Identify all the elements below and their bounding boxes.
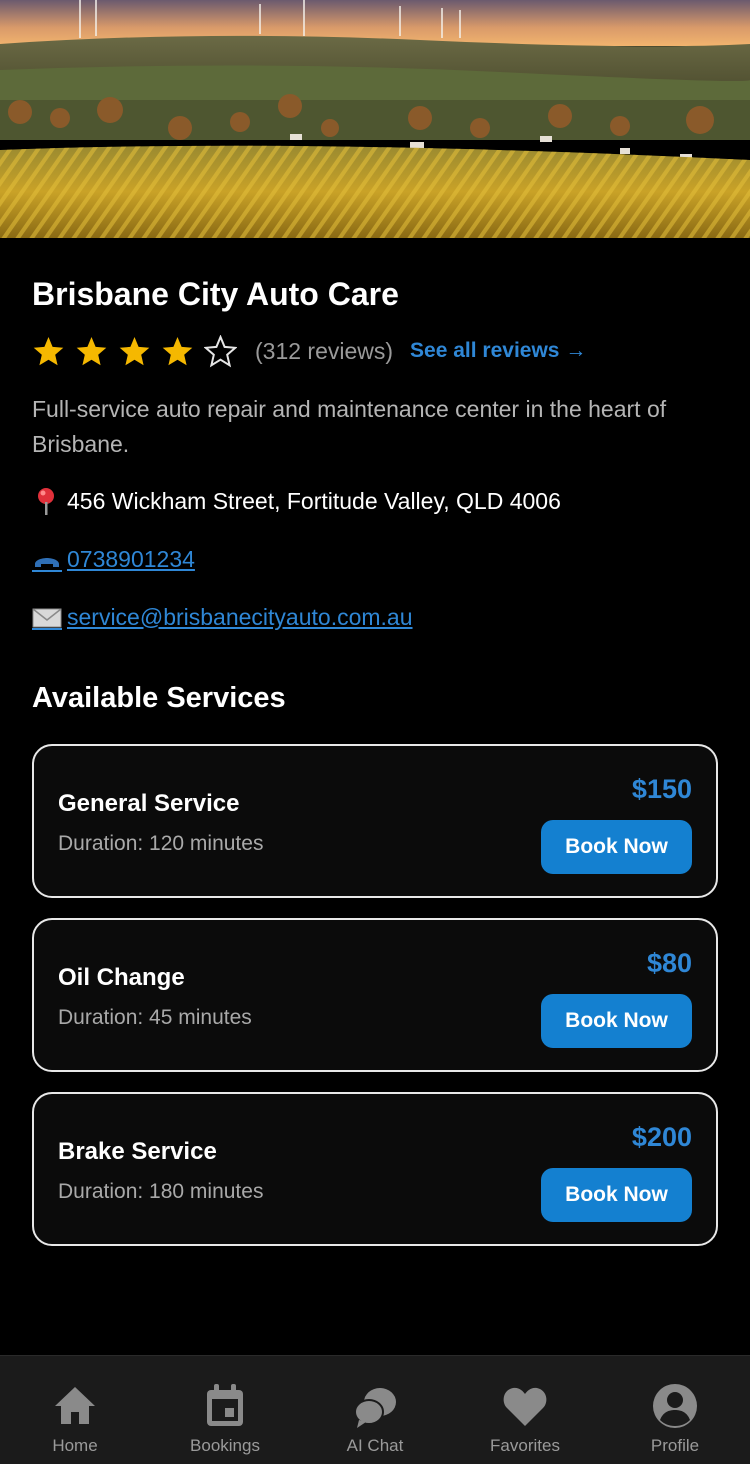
rating-row: (312 reviews) See all reviews → [32, 334, 586, 368]
review-count: (312 reviews) [255, 337, 394, 364]
see-all-reviews-link[interactable]: See all reviews → [410, 339, 586, 363]
business-address: 456 Wickham Street, Fortitude Valley, QL… [67, 487, 561, 514]
heart-icon [501, 1382, 549, 1430]
service-card: Brake Service Duration: 180 minutes $200… [32, 1092, 718, 1246]
star-filled-icon [118, 335, 151, 368]
service-price: $200 [631, 1122, 692, 1152]
star-empty-icon [204, 334, 237, 368]
tab-label: Bookings [190, 1436, 260, 1455]
phone-row[interactable]: 0738901234 [32, 544, 195, 574]
profile-icon [651, 1382, 699, 1430]
map-pin-icon [32, 486, 62, 516]
chat-icon [351, 1382, 399, 1430]
business-name: Brisbane City Auto Care [32, 276, 399, 312]
address-row: 456 Wickham Street, Fortitude Valley, QL… [32, 486, 561, 516]
business-description: Full-service auto repair and maintenance… [32, 396, 667, 457]
tab-home[interactable]: Home [0, 1356, 150, 1464]
calendar-icon [201, 1382, 249, 1430]
service-price: $80 [646, 948, 692, 978]
services-section-title: Available Services [32, 682, 286, 714]
star-filled-icon [32, 335, 65, 368]
bottom-tab-bar: Home Bookings AI Chat Favorites Profile [0, 1355, 750, 1464]
telephone-icon [32, 544, 62, 574]
service-name: Oil Change [58, 964, 185, 991]
phone-link[interactable]: 0738901234 [67, 546, 195, 573]
tab-label: Home [52, 1436, 98, 1455]
service-card: General Service Duration: 120 minutes $1… [32, 744, 718, 898]
service-card: Oil Change Duration: 45 minutes $80 Book… [32, 918, 718, 1072]
star-filled-icon [161, 335, 194, 368]
email-row[interactable]: service@brisbanecityauto.com.au [32, 602, 413, 632]
tab-label: Profile [650, 1436, 700, 1455]
tab-favorites[interactable]: Favorites [450, 1356, 600, 1464]
service-duration: Duration: 120 minutes [58, 832, 264, 855]
service-duration: Duration: 180 minutes [58, 1180, 264, 1203]
book-now-button[interactable]: Book Now [541, 820, 692, 874]
star-rating [32, 334, 247, 368]
tab-profile[interactable]: Profile [600, 1356, 750, 1464]
service-duration: Duration: 45 minutes [58, 1006, 252, 1029]
tab-ai-chat[interactable]: AI Chat [300, 1356, 450, 1464]
envelope-icon [32, 602, 62, 632]
service-name: General Service [58, 790, 240, 817]
service-price: $150 [631, 774, 692, 804]
tab-bookings[interactable]: Bookings [150, 1356, 300, 1464]
tab-label: AI Chat [346, 1436, 404, 1455]
tab-label: Favorites [490, 1436, 560, 1455]
star-filled-icon [75, 335, 108, 368]
book-now-button[interactable]: Book Now [541, 994, 692, 1048]
email-link[interactable]: service@brisbanecityauto.com.au [67, 604, 413, 631]
book-now-button[interactable]: Book Now [541, 1168, 692, 1222]
home-icon [51, 1382, 99, 1430]
service-name: Brake Service [58, 1138, 217, 1165]
hero-image [0, 0, 750, 238]
